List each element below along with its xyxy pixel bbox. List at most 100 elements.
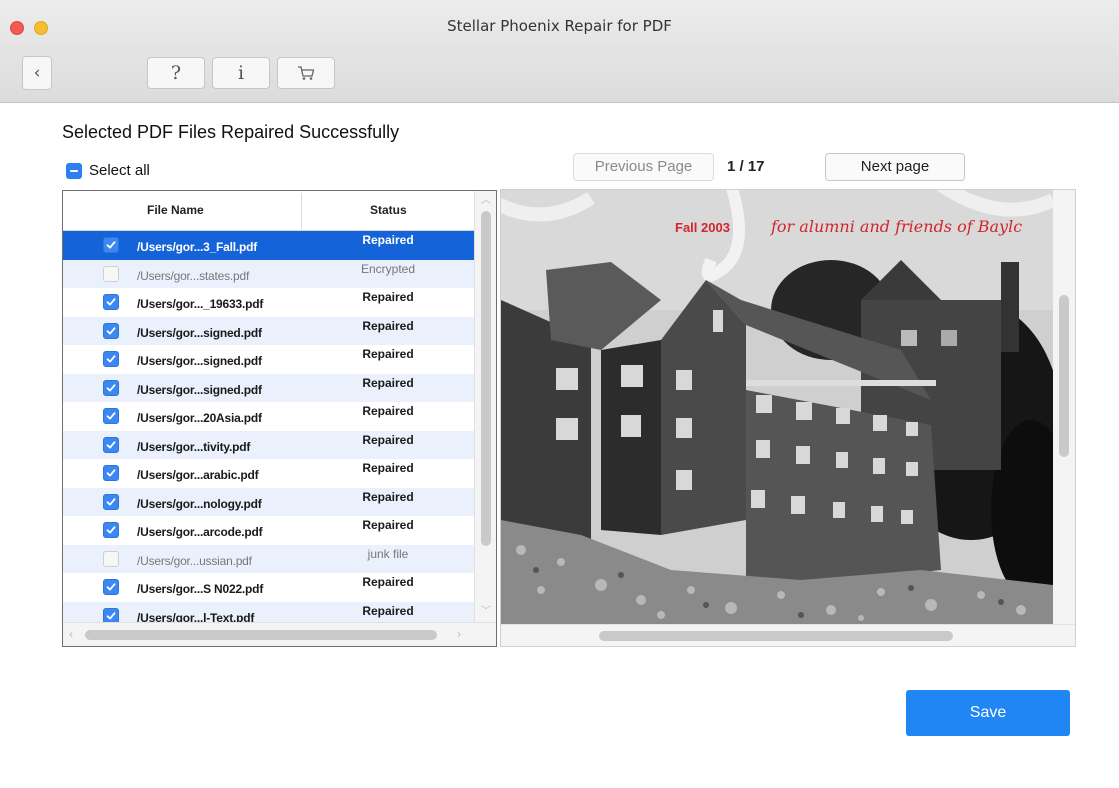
checkmark-icon <box>106 526 116 534</box>
file-name-cell: /Users/gor...signed.pdf <box>137 354 262 368</box>
checkmark-icon <box>106 497 116 505</box>
cart-icon <box>298 66 315 80</box>
table-row[interactable]: /Users/gor...signed.pdf Repaired <box>63 345 474 374</box>
table-body: /Users/gor...3_Fall.pdf Repaired/Users/go… <box>63 231 474 630</box>
row-checkbox[interactable] <box>103 408 119 424</box>
row-checkbox[interactable] <box>103 522 119 538</box>
checkmark-icon <box>106 241 116 249</box>
file-table: File Name Status /Users/gor...3_Fall.pdf… <box>62 190 497 647</box>
checkmark-icon <box>106 469 116 477</box>
table-vertical-scrollbar[interactable]: ︿ ﹀ <box>474 191 496 622</box>
help-button[interactable]: ? <box>147 57 205 89</box>
help-icon: ? <box>170 62 182 84</box>
file-name-cell: /Users/gor...nology.pdf <box>137 496 262 511</box>
table-row[interactable]: /Users/gor...tivity.pdf Repaired <box>63 430 474 459</box>
table-horizontal-scrollbar[interactable]: ‹ › <box>63 622 496 646</box>
file-name-cell: /Users/gor...S N022.pdf <box>137 582 264 596</box>
scroll-left-icon[interactable]: ‹ <box>69 627 73 641</box>
table-row[interactable]: /Users/gor...S N022.pdf Repaired <box>63 573 474 602</box>
row-checkbox[interactable] <box>103 493 119 510</box>
status-cell: junk file <box>367 546 409 561</box>
table-row[interactable]: /Users/gor...arcode.pdf Repaired <box>63 516 474 545</box>
checkmark-icon <box>106 412 116 420</box>
table-row[interactable]: /Users/gor...signed.pdf Repaired <box>63 373 474 402</box>
pdf-page-image: Fall 2003 for alumni and friends of Bayl… <box>501 190 1053 624</box>
file-name-cell: /Users/gor...arcode.pdf <box>137 525 263 539</box>
scroll-right-icon[interactable]: › <box>457 627 461 641</box>
status-cell: Repaired <box>362 375 414 390</box>
row-checkbox[interactable] <box>103 465 119 481</box>
back-button[interactable]: ‹ <box>22 56 52 90</box>
file-name-cell: /Users/gor...20Asia.pdf <box>137 411 262 425</box>
status-cell: Encrypted <box>360 261 416 276</box>
title-bar: Stellar Phoenix Repair for PDF ‹ ? i <box>0 0 1119 103</box>
info-icon: i <box>237 62 245 84</box>
scrollbar-thumb[interactable] <box>85 630 437 640</box>
row-checkbox[interactable] <box>103 265 119 282</box>
page-title: Selected PDF Files Repaired Successfully <box>62 122 400 142</box>
preview-horizontal-scrollbar[interactable] <box>501 624 1075 646</box>
save-button[interactable]: Save <box>906 690 1070 736</box>
row-checkbox[interactable] <box>103 237 119 253</box>
row-checkbox[interactable] <box>103 379 119 396</box>
chevron-left-icon: ‹ <box>33 63 41 83</box>
table-row[interactable]: /Users/gor...states.pdf Encrypted <box>63 259 474 288</box>
table-row[interactable]: /Users/gor...nology.pdf Repaired <box>63 487 474 516</box>
column-divider <box>301 193 302 229</box>
table-header: File Name Status <box>63 191 474 231</box>
table-row[interactable]: /Users/gor...3_Fall.pdf Repaired <box>63 231 474 260</box>
file-name-cell: /Users/gor..._19633.pdf <box>137 297 264 311</box>
scroll-up-icon[interactable]: ︿ <box>480 195 492 207</box>
file-name-cell: /Users/gor...arabic.pdf <box>137 468 259 482</box>
file-name-cell: /Users/gor...tivity.pdf <box>137 439 251 454</box>
status-cell: Repaired <box>362 404 414 418</box>
scrollbar-thumb[interactable] <box>1059 295 1069 457</box>
checkmark-icon <box>106 440 116 448</box>
file-name-cell: /Users/gor...3_Fall.pdf <box>137 240 258 254</box>
table-row[interactable]: /Users/gor...20Asia.pdf Repaired <box>63 402 474 431</box>
row-checkbox[interactable] <box>103 351 119 367</box>
row-checkbox[interactable] <box>103 322 119 339</box>
scroll-down-icon[interactable]: ﹀ <box>480 606 492 618</box>
file-name-cell: /Users/gor...states.pdf <box>137 268 250 283</box>
row-checkbox[interactable] <box>103 579 119 595</box>
status-cell: Repaired <box>362 318 414 333</box>
page-indicator: 1 / 17 <box>727 158 765 175</box>
file-name-cell: /Users/gor...signed.pdf <box>137 382 262 397</box>
buy-button[interactable] <box>277 57 335 89</box>
next-page-button[interactable]: Next page <box>825 153 965 181</box>
row-checkbox[interactable] <box>103 294 119 310</box>
select-all-label: Select all <box>89 162 150 179</box>
column-header-status[interactable]: Status <box>370 203 407 217</box>
file-name-cell: /Users/gor...ussian.pdf <box>137 553 252 568</box>
pdf-preview: Fall 2003 for alumni and friends of Bayl… <box>500 189 1076 647</box>
column-header-file-name[interactable]: File Name <box>147 203 204 217</box>
scrollbar-thumb[interactable] <box>481 211 491 546</box>
window-title: Stellar Phoenix Repair for PDF <box>447 17 672 35</box>
status-cell: Repaired <box>362 489 414 504</box>
info-button[interactable]: i <box>212 57 270 89</box>
scrollbar-thumb[interactable] <box>599 631 953 641</box>
status-cell: Repaired <box>362 603 414 618</box>
status-cell: Repaired <box>362 518 414 532</box>
status-cell: Repaired <box>362 233 414 247</box>
status-cell: Repaired <box>362 432 414 447</box>
table-row[interactable]: /Users/gor...signed.pdf Repaired <box>63 316 474 345</box>
indeterminate-checkbox-icon[interactable] <box>66 162 82 179</box>
table-row[interactable]: /Users/gor..._19633.pdf Repaired <box>63 288 474 317</box>
preview-vertical-scrollbar[interactable] <box>1053 190 1075 624</box>
checkmark-icon <box>106 298 116 306</box>
checkmark-icon <box>106 326 116 334</box>
checkmark-icon <box>106 355 116 363</box>
table-row[interactable]: /Users/gor...arabic.pdf Repaired <box>63 459 474 488</box>
status-cell: Repaired <box>362 347 414 361</box>
row-checkbox[interactable] <box>103 436 119 453</box>
row-checkbox[interactable] <box>103 550 119 567</box>
checkmark-icon <box>106 583 116 591</box>
previous-page-button[interactable]: Previous Page <box>573 153 714 181</box>
select-all-checkbox[interactable]: Select all <box>66 162 150 179</box>
checkmark-icon <box>106 611 116 619</box>
status-cell: Repaired <box>362 290 414 304</box>
checkmark-icon <box>106 383 116 391</box>
table-row[interactable]: /Users/gor...ussian.pdf junk file <box>63 544 474 573</box>
